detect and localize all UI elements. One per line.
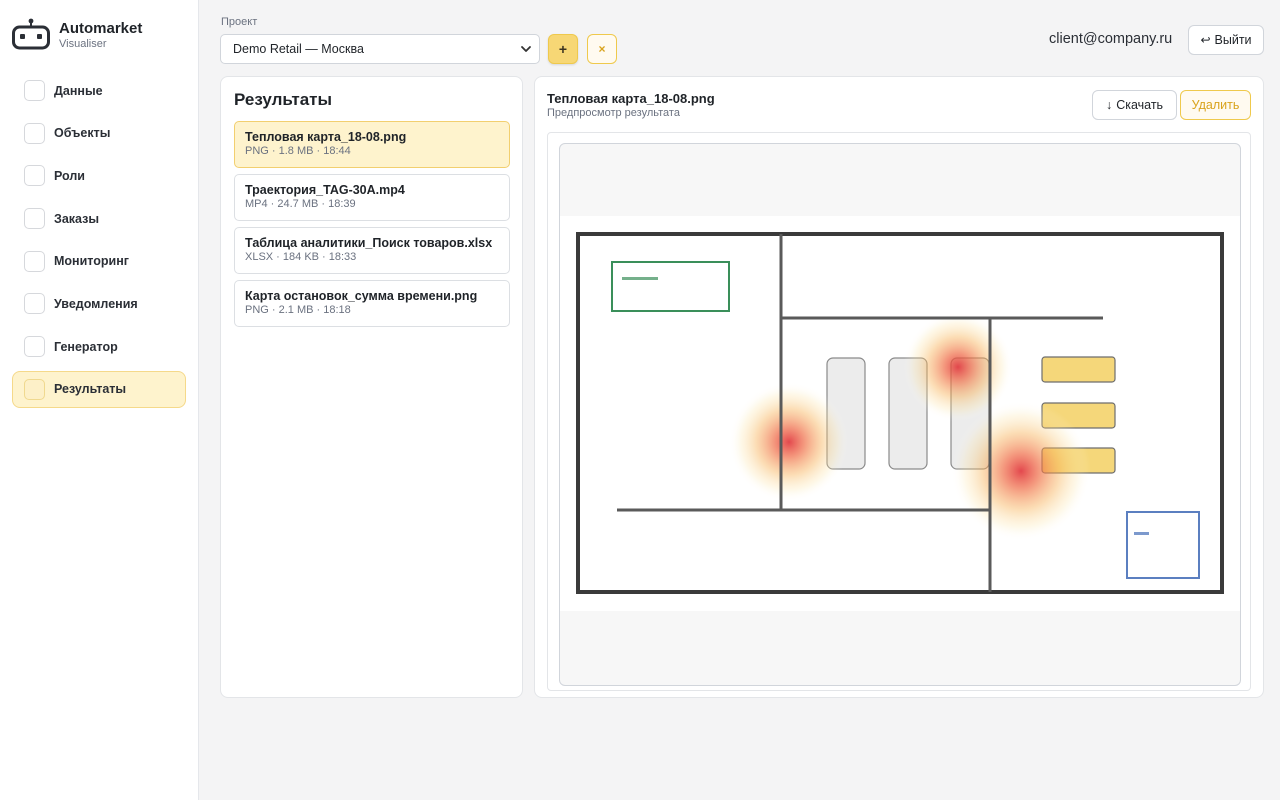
sidebar-item-checkbox-icon [24, 208, 45, 230]
heatmap-image [560, 216, 1240, 611]
preview-panel: Тепловая карта_18-08.png Предпросмотр ре… [534, 76, 1264, 698]
entrance-zone [611, 261, 730, 312]
sidebar-item-checkbox-icon [24, 336, 45, 358]
sidebar-item-label: Данные [54, 83, 103, 98]
sidebar-item-label: Генератор [54, 339, 118, 354]
close-icon: × [598, 42, 606, 56]
add-project-button[interactable]: + [548, 34, 578, 64]
file-meta: PNG · 2.1 MB · 18:18 [245, 304, 351, 316]
sidebar-item-notifications[interactable]: Уведомления [12, 285, 186, 322]
plus-icon: + [558, 41, 568, 57]
app-name: Automarket [59, 20, 143, 37]
shelf-rack [1041, 356, 1116, 383]
sidebar-item-checkbox-icon [24, 250, 45, 272]
file-name: Тепловая карта_18-08.png [245, 130, 407, 144]
sidebar-item-orders[interactable]: Заказы [12, 200, 186, 237]
sidebar-item-label: Роли [54, 168, 85, 183]
preview-title: Тепловая карта_18-08.png [547, 91, 715, 106]
sidebar-item-label: Заказы [54, 211, 100, 226]
return-arrow-icon: ↩ [1200, 33, 1211, 47]
list-item[interactable]: Карта остановок_сумма времени.png PNG · … [234, 280, 510, 327]
exit-zone [1126, 511, 1200, 579]
download-label: Скачать [1116, 98, 1164, 112]
brand[interactable]: Automarket Visualiser [12, 18, 142, 50]
user-email: client@company.ru [1049, 31, 1173, 47]
entrance-zone-marker [622, 277, 658, 280]
list-item[interactable]: Таблица аналитики_Поиск товаров.xlsx XLS… [234, 227, 510, 274]
sidebar-item-checkbox-icon [24, 378, 45, 400]
file-meta: MP4 · 24.7 MB · 18:39 [245, 198, 356, 210]
sidebar: Automarket Visualiser Данные Объекты Рол… [0, 0, 199, 800]
logout-label: Выйти [1214, 33, 1252, 47]
preview-subtitle: Предпросмотр результата [547, 107, 680, 119]
file-list: Тепловая карта_18-08.png PNG · 1.8 MB · … [234, 121, 510, 333]
file-name: Траектория_TAG-30A.mp4 [245, 183, 405, 197]
sidebar-item-label: Уведомления [54, 296, 138, 311]
sidebar-item-objects[interactable]: Объекты [12, 115, 186, 152]
robot-logo-icon [12, 18, 50, 50]
sidebar-item-label: Мониторинг [54, 254, 129, 269]
preview-image-container [559, 143, 1241, 686]
sidebar-item-roles[interactable]: Роли [12, 157, 186, 194]
heat-spot [729, 382, 849, 502]
sidebar-item-checkbox-icon [24, 122, 45, 144]
sidebar-item-label: Результаты [54, 382, 127, 397]
file-meta: XLSX · 184 KB · 18:33 [245, 251, 357, 263]
heat-spot [951, 401, 1091, 541]
sidebar-item-monitoring[interactable]: Мониторинг [12, 243, 186, 280]
list-item[interactable]: Траектория_TAG-30A.mp4 MP4 · 24.7 MB · 1… [234, 174, 510, 221]
project-label: Проект [221, 16, 258, 28]
sidebar-item-checkbox-icon [24, 80, 45, 101]
remove-project-button[interactable]: × [587, 34, 617, 64]
project-select-value: Demo Retail — Москва [233, 42, 364, 56]
file-name: Таблица аналитики_Поиск товаров.xlsx [245, 236, 493, 250]
exit-zone-marker [1134, 532, 1149, 535]
file-name: Карта остановок_сумма времени.png [245, 289, 478, 303]
results-title: Результаты [234, 90, 333, 109]
sidebar-item-generator[interactable]: Генератор [12, 328, 186, 365]
sidebar-item-label: Объекты [54, 126, 111, 141]
list-item[interactable]: Тепловая карта_18-08.png PNG · 1.8 MB · … [234, 121, 510, 168]
results-panel: Результаты Тепловая карта_18-08.png PNG … [220, 76, 523, 698]
download-arrow-icon: ↓ [1105, 98, 1113, 112]
sidebar-item-results[interactable]: Результаты [12, 370, 186, 408]
file-meta: PNG · 1.8 MB · 18:44 [245, 145, 351, 157]
sidebar-item-checkbox-icon [24, 165, 45, 187]
sidebar-nav: Данные Объекты Роли Заказы Мониторинг Ув… [12, 72, 186, 414]
project-select[interactable]: Demo Retail — Москва [220, 34, 540, 64]
app-subtitle: Visualiser [59, 38, 107, 50]
sidebar-item-data[interactable]: Данные [12, 72, 186, 109]
logout-button[interactable]: ↩ Выйти [1188, 25, 1264, 55]
sidebar-item-checkbox-icon [24, 293, 45, 315]
delete-label: Удалить [1191, 98, 1240, 112]
chevron-down-icon [519, 42, 533, 56]
download-button[interactable]: ↓ Скачать [1092, 90, 1177, 120]
delete-button[interactable]: Удалить [1180, 90, 1251, 120]
preview-frame [547, 132, 1251, 691]
